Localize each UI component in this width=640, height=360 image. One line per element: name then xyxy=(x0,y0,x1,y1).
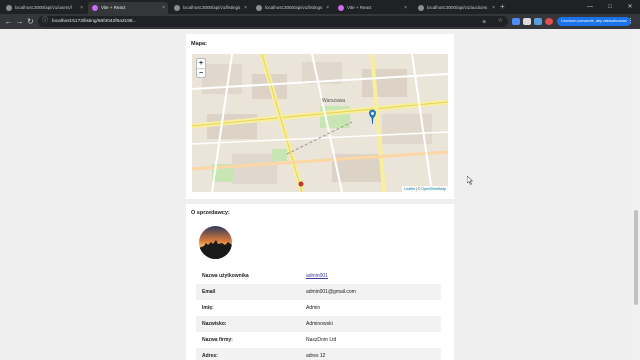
forward-icon[interactable]: → xyxy=(14,16,25,27)
translate-icon[interactable]: ⊕ xyxy=(482,16,486,27)
username-link[interactable]: admin001 xyxy=(306,273,328,279)
row-value: Admin xyxy=(306,305,321,311)
table-row: Nazwa użytkownika admin001 xyxy=(196,268,441,284)
table-row: Nazwa firmy: NaszDom Ltd xyxy=(196,332,441,348)
seller-info-table: Nazwa użytkownika admin001 Email admin00… xyxy=(196,268,441,360)
row-value: admin001 xyxy=(306,268,441,284)
scrollbar-thumb[interactable] xyxy=(634,210,638,305)
maximize-icon[interactable]: □ xyxy=(600,0,620,14)
extension-icon[interactable] xyxy=(523,18,531,25)
close-icon[interactable]: × xyxy=(80,2,83,14)
page-viewport: Mapa: Warszawa + − Leaflet | © OpenStree… xyxy=(0,29,632,360)
tab-title: localhost:3000/api/v1/auctions xyxy=(427,5,488,10)
map-tiles xyxy=(192,54,448,192)
close-icon[interactable]: × xyxy=(492,2,495,14)
table-row: Email admin001@gmail.com xyxy=(196,284,441,300)
avatar-image xyxy=(199,226,232,259)
profile-avatar[interactable] xyxy=(545,18,553,25)
close-icon[interactable]: × xyxy=(162,2,165,14)
globe-icon xyxy=(256,5,262,11)
browser-toolbar: ← → ↻ ⓘ localhost:5173/listing/66f4042f6… xyxy=(0,14,640,29)
row-label: Imię: xyxy=(202,305,214,311)
vite-icon xyxy=(338,5,344,11)
back-icon[interactable]: ← xyxy=(3,16,14,27)
extension-icon[interactable] xyxy=(512,18,520,25)
osm-link[interactable]: OpenStreetMap xyxy=(421,187,446,191)
bookmark-star-icon[interactable]: ☆ xyxy=(498,16,503,27)
menu-icon[interactable]: ⋮ xyxy=(627,16,634,27)
map[interactable]: Warszawa + − Leaflet | © OpenStreetMap xyxy=(192,54,448,192)
minimize-icon[interactable]: — xyxy=(580,0,600,14)
map-city-label: Warszawa xyxy=(322,98,346,104)
close-icon[interactable]: × xyxy=(326,2,329,14)
table-row: Nazwisko: Adminowski xyxy=(196,316,441,332)
reload-icon[interactable]: ↻ xyxy=(25,16,36,27)
row-label: Nazwisko: xyxy=(196,316,306,332)
browser-tab[interactable]: localhost:3000/api/v1/auctions × xyxy=(414,2,498,14)
table-row: Imię: Admin xyxy=(196,300,441,316)
map-section-title: Mapa: xyxy=(191,41,207,47)
tab-title: Vite + React xyxy=(101,5,126,10)
browser-tab[interactable]: Vite + React × xyxy=(334,2,410,14)
browser-tab[interactable]: localhost:3000/api/v1/listings × xyxy=(170,2,250,14)
map-zoom-control: + − xyxy=(196,58,206,78)
globe-icon xyxy=(418,5,424,11)
seller-card: O sprzedawcy: Nazwa użytkownika admin001… xyxy=(186,204,454,360)
update-button[interactable]: Uruchom ponownie, aby zaktualizować xyxy=(557,17,631,26)
row-value: Adminowski xyxy=(306,316,441,332)
close-icon[interactable]: × xyxy=(244,2,247,14)
zoom-out-button[interactable]: − xyxy=(197,69,205,78)
map-card: Mapa: Warszawa + − Leaflet | © OpenStree… xyxy=(186,34,454,199)
browser-tab[interactable]: localhost:3000/api/v1/listings × xyxy=(252,2,332,14)
row-label: Adres: xyxy=(196,348,306,360)
seller-avatar xyxy=(199,226,232,259)
close-icon[interactable]: × xyxy=(404,2,407,14)
row-label: Email xyxy=(196,284,306,300)
map-attribution: Leaflet | © OpenStreetMap xyxy=(402,186,448,192)
tab-title: localhost:3000/api/v1/listings xyxy=(183,5,241,10)
row-value: adres 12 xyxy=(306,348,441,360)
row-value: admin001@gmail.com xyxy=(306,284,441,300)
tab-title: localhost:3000/api/v1/users/l xyxy=(15,5,72,10)
row-label: Nazwa użytkownika xyxy=(202,273,249,279)
leaflet-link[interactable]: Leaflet xyxy=(404,187,415,191)
zoom-in-button[interactable]: + xyxy=(197,59,205,68)
new-tab-icon[interactable]: + xyxy=(500,1,505,13)
table-row: Adres: adres 12 xyxy=(196,348,441,360)
browser-tab-bar: localhost:3000/api/v1/users/l × Vite + R… xyxy=(0,0,640,14)
url-text: localhost:5173/listing/66f4042f6a3188... xyxy=(52,19,137,24)
tab-title: localhost:3000/api/v1/listings xyxy=(265,5,323,10)
vite-icon xyxy=(92,5,98,11)
row-label: Nazwa firmy: xyxy=(202,337,233,343)
browser-tab[interactable]: localhost:3000/api/v1/users/l × xyxy=(2,2,86,14)
globe-icon xyxy=(6,5,12,11)
close-window-icon[interactable]: ✕ xyxy=(620,0,640,14)
mouse-cursor-icon xyxy=(467,176,473,185)
page-scrollbar[interactable] xyxy=(632,29,640,360)
extension-icon[interactable] xyxy=(534,18,542,25)
browser-tab-active[interactable]: Vite + React × xyxy=(88,2,168,14)
row-value: NaszDom Ltd xyxy=(306,337,337,343)
tab-title: Vite + React xyxy=(347,5,372,10)
address-bar[interactable]: ⓘ localhost:5173/listing/66f4042f6a3188.… xyxy=(38,16,508,27)
globe-icon xyxy=(174,5,180,11)
site-info-icon[interactable]: ⓘ xyxy=(42,16,48,27)
seller-section-title: O sprzedawcy: xyxy=(191,210,230,216)
